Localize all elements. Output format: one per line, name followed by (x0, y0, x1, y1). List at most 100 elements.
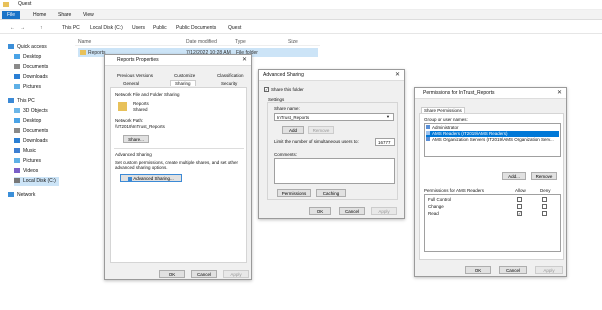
explorer-titlebar: Quest (0, 0, 602, 10)
chevron-down-icon[interactable]: ▼ (386, 114, 390, 119)
desktop-icon (14, 54, 20, 60)
advanced-sharing-dialog: Advanced Sharing ✕ ✓ Share this folder S… (258, 69, 405, 219)
add-share-button[interactable]: Add (282, 126, 304, 134)
ribbon-tab-share[interactable]: Share (53, 11, 76, 19)
nav-pictures[interactable]: Pictures (14, 83, 41, 92)
share-folder-label: Share this folder (271, 87, 304, 92)
ribbon-tab-view[interactable]: View (78, 11, 99, 19)
col-name[interactable]: Name (78, 39, 91, 45)
limit-users-input[interactable]: 16777 (375, 138, 395, 146)
permissions-titlebar: Permissions for InTrust_Reports ✕ (415, 88, 566, 99)
documents-icon (14, 64, 20, 70)
advanced-sharing-button[interactable]: Advanced Sharing... (120, 174, 182, 182)
nav-desktop-2[interactable]: Desktop (14, 117, 41, 126)
col-type[interactable]: Type (235, 39, 246, 45)
close-icon[interactable]: ✕ (242, 55, 247, 66)
folder-icon (80, 50, 86, 55)
col-date[interactable]: Date modified (186, 39, 217, 45)
shield-icon (128, 176, 133, 181)
nav-downloads-2[interactable]: Downloads (14, 137, 48, 146)
nav-downloads[interactable]: Downloads (14, 73, 48, 82)
ribbon-tab-file[interactable]: File (2, 11, 21, 19)
address-bar[interactable]: ← → ↑ This PC Local Disk (C:) Users Publ… (0, 21, 602, 34)
deny-read-checkbox[interactable] (542, 211, 547, 216)
comments-textarea[interactable] (274, 158, 395, 184)
up-icon[interactable]: ↑ (40, 25, 43, 31)
sharing-panel: Network File and Folder Sharing Reports … (110, 87, 247, 263)
allow-full-control-checkbox[interactable] (517, 197, 522, 202)
allow-read-checkbox[interactable]: ✓ (517, 211, 522, 216)
tab-previous-versions[interactable]: Previous Versions (117, 73, 153, 78)
advanced-ok-button[interactable]: OK (309, 207, 331, 215)
add-user-button[interactable]: Add... (502, 172, 526, 180)
perm-row-change: Change (428, 204, 444, 209)
breadcrumb-local-disk[interactable]: Local Disk (C:) (90, 25, 123, 31)
nav-network[interactable]: Network (8, 191, 35, 200)
allow-header: Allow (515, 188, 526, 193)
user-list: Administrator AMS Readers (IT2019\AMS Re… (424, 123, 561, 157)
nav-documents-2[interactable]: Documents (14, 127, 48, 136)
comments-label: Comments: (274, 152, 298, 157)
remove-user-button[interactable]: Remove (531, 172, 557, 180)
tab-customize[interactable]: Customize (174, 73, 195, 78)
nav-this-pc[interactable]: This PC (8, 97, 35, 106)
window-title: Quest (18, 1, 32, 7)
properties-apply-button: Apply (223, 270, 249, 278)
group-icon (426, 131, 430, 135)
row-name: Reports (88, 50, 106, 56)
nav-desktop[interactable]: Desktop (14, 53, 41, 62)
forward-icon[interactable]: → (20, 25, 25, 31)
breadcrumb-public[interactable]: Public (153, 25, 167, 31)
deny-change-checkbox[interactable] (542, 204, 547, 209)
properties-cancel-button[interactable]: Cancel (191, 270, 217, 278)
share-name-select[interactable]: InTrust_Reports (274, 113, 394, 121)
advanced-sharing-heading: Advanced Sharing (115, 152, 152, 157)
tab-security[interactable]: Security (221, 81, 237, 86)
permissions-ok-button[interactable]: OK (465, 266, 491, 274)
permissions-table (424, 194, 561, 252)
remove-share-button: Remove (308, 126, 334, 134)
permissions-apply-button: Apply (535, 266, 563, 274)
network-sharing-heading: Network File and Folder Sharing (115, 92, 180, 97)
tab-classification[interactable]: Classification (217, 73, 244, 78)
properties-dialog: Reports Properties ✕ Previous Versions C… (104, 54, 252, 280)
music-icon (14, 148, 20, 154)
breadcrumb-quest[interactable]: Quest (228, 25, 241, 31)
nav-local-disk[interactable]: Local Disk (C:) (14, 177, 59, 186)
breadcrumb-public-documents[interactable]: Public Documents (176, 25, 216, 31)
advanced-cancel-button[interactable]: Cancel (339, 207, 365, 215)
allow-change-checkbox[interactable] (517, 204, 522, 209)
permissions-cancel-button[interactable]: Cancel (499, 266, 527, 274)
tab-general[interactable]: General (123, 81, 139, 86)
network-path-value: \\IT2019\InTrust_Reports (115, 124, 165, 129)
network-path-label: Network Path: (115, 118, 144, 123)
list-item[interactable]: AMS Organization Servers (IT2019\AMS Org… (426, 137, 559, 143)
nav-3d-objects[interactable]: 3D Objects (14, 107, 48, 116)
back-icon[interactable]: ← (10, 25, 15, 31)
properties-titlebar: Reports Properties ✕ (105, 55, 251, 66)
ribbon-tab-home[interactable]: Home (28, 11, 51, 19)
share-folder-checkbox[interactable]: ✓ (264, 87, 269, 92)
network-icon (8, 192, 14, 198)
nav-music[interactable]: Music (14, 147, 36, 156)
nav-videos[interactable]: Videos (14, 167, 38, 176)
nav-documents[interactable]: Documents (14, 63, 48, 72)
permissions-button[interactable]: Permissions (277, 189, 311, 197)
properties-title: Reports Properties (117, 57, 159, 63)
ribbon: File Home Share View (0, 10, 602, 20)
breadcrumb-this-pc[interactable]: This PC (62, 25, 80, 31)
col-size[interactable]: Size (288, 39, 298, 45)
desktop-icon (14, 118, 20, 124)
properties-ok-button[interactable]: OK (159, 270, 185, 278)
limit-users-label: Limit the number of simultaneous users t… (274, 139, 359, 144)
deny-full-control-checkbox[interactable] (542, 197, 547, 202)
nav-pictures-2[interactable]: Pictures (14, 157, 41, 166)
close-icon[interactable]: ✕ (395, 70, 400, 81)
share-button[interactable]: Share... (123, 135, 149, 143)
advanced-sharing-titlebar: Advanced Sharing ✕ (259, 70, 404, 81)
tab-sharing[interactable]: Sharing (170, 80, 196, 86)
close-icon[interactable]: ✕ (557, 88, 562, 99)
caching-button[interactable]: Caching (316, 189, 346, 197)
breadcrumb-users[interactable]: Users (132, 25, 145, 31)
nav-quick-access[interactable]: Quick access (8, 43, 47, 52)
